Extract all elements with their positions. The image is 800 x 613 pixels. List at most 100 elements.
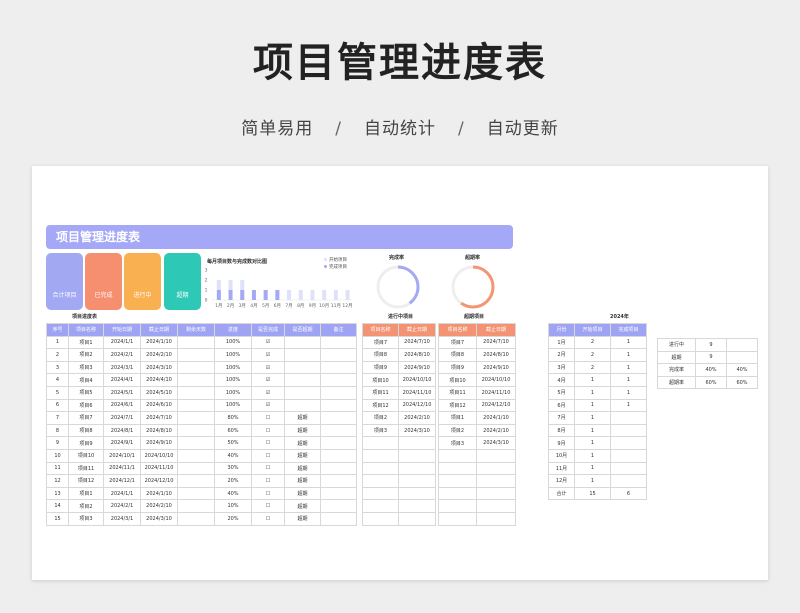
- table-cell: 3月: [548, 360, 575, 375]
- table-cell: [177, 474, 215, 488]
- table-cell: [726, 338, 758, 352]
- table-row: 项目2 2024/2/10: [362, 411, 436, 425]
- table-cell: 40%: [695, 363, 727, 377]
- table-cell: 项目1: [68, 335, 104, 350]
- table-cell: [284, 373, 321, 387]
- bar-done: [251, 290, 256, 300]
- table-cell: ☐: [251, 499, 285, 513]
- x-tick-label: 8月: [297, 303, 304, 309]
- subtitle-item: 自动更新: [486, 119, 559, 139]
- table-cell: [362, 486, 399, 501]
- table-cell: 项目9: [438, 360, 477, 375]
- table-cell: 1: [574, 474, 611, 488]
- table-row: 2 项目2 2024/2/1 2024/2/10 100% ☑: [46, 348, 357, 362]
- table-cell: 2024/8/10: [476, 348, 516, 362]
- bar-start: [298, 290, 303, 300]
- table-row: 项目12 2024/12/10: [438, 398, 516, 413]
- column-header: 开始项目: [574, 323, 611, 337]
- table-row: 12月 1: [548, 474, 647, 488]
- progress-table-caption: 进行中项目: [388, 314, 414, 320]
- table-header-row: 项目名称 截止日期: [362, 323, 436, 337]
- column-header: 备注: [320, 323, 357, 337]
- table-cell: 2024/3/10: [476, 436, 516, 450]
- table-cell: 2024/1/1: [103, 486, 141, 501]
- table-cell: [610, 474, 647, 488]
- table-cell: 项目12: [68, 474, 104, 488]
- table-row: 项目8 2024/8/10: [362, 348, 436, 362]
- table-cell: 项目11: [68, 461, 104, 476]
- table-cell: [610, 448, 647, 463]
- table-row: 超期率 60% 60%: [657, 375, 758, 390]
- table-cell: 项目2: [362, 411, 399, 425]
- table-cell: 2024/5/1: [103, 385, 141, 400]
- table-row: [362, 436, 436, 450]
- table-cell: 2024/9/10: [140, 436, 178, 450]
- table-row: 项目9 2024/9/10: [362, 360, 436, 375]
- table-cell: ☑: [251, 398, 285, 413]
- table-cell: 9: [695, 350, 727, 365]
- table-row: 11 项目11 2024/11/1 2024/11/10 30% ☐ 超期: [46, 461, 357, 476]
- table-cell: ☐: [251, 423, 285, 438]
- bar-chart: 3 2 1 0 1月 2月 3月 4月 5月 6月 7月 8月 9月 10月 11月 12月: [205, 268, 352, 309]
- table-row: [438, 511, 516, 526]
- table-row: [438, 461, 516, 476]
- table-cell: [177, 411, 215, 425]
- table-row: 8月 1: [548, 423, 647, 438]
- table-cell: [398, 486, 436, 501]
- table-cell: 1: [574, 436, 611, 450]
- table-row: 超期 9: [657, 350, 758, 365]
- x-tick-label: 11月: [331, 303, 341, 309]
- table-cell: 6月: [548, 398, 575, 413]
- bar-done: [263, 290, 268, 300]
- table-row: 项目10 2024/10/10: [362, 373, 436, 387]
- table-row: 项目3 2024/3/10: [438, 436, 516, 450]
- table-cell: [398, 511, 436, 526]
- table-cell: 2024/12/1: [103, 474, 141, 488]
- table-cell: [177, 511, 215, 526]
- table-cell: 1: [574, 398, 611, 413]
- table-header-row: 序号 项目名称 开始日期 截止日期 剩余天数 进度 是否完成 是否超期 备注: [46, 323, 357, 337]
- table-cell: [362, 461, 399, 476]
- table-cell: 项目7: [68, 411, 104, 425]
- table-row: [362, 474, 436, 488]
- table-cell: [320, 499, 357, 513]
- table-cell: [438, 474, 477, 488]
- table-cell: 2024/10/10: [476, 373, 516, 387]
- table-row: 14 项目2 2024/2/1 2024/2/10 10% ☐ 超期: [46, 499, 357, 513]
- table-cell: [320, 448, 357, 463]
- table-cell: 8: [46, 423, 69, 438]
- y-tick-label: 1: [205, 288, 208, 294]
- table-cell: 2024/8/10: [398, 348, 436, 362]
- table-cell: ☐: [251, 474, 285, 488]
- bar-start: [287, 290, 292, 300]
- table-row: 10 项目10 2024/10/1 2024/10/10 40% ☐ 超期: [46, 448, 357, 463]
- table-cell: 2024/1/10: [140, 335, 178, 350]
- x-tick-label: 6月: [274, 303, 281, 309]
- table-cell: 2024/2/1: [103, 499, 141, 513]
- table-cell: [476, 486, 516, 501]
- x-tick-label: 3月: [239, 303, 246, 309]
- table-cell: [177, 335, 215, 350]
- table-cell: 项目12: [362, 398, 399, 413]
- gauge-done: [376, 265, 420, 309]
- bar-done: [275, 290, 280, 300]
- table-cell: 14: [46, 499, 69, 513]
- table-cell: [177, 423, 215, 438]
- x-tick-label: 12月: [342, 303, 352, 309]
- table-cell: [438, 511, 477, 526]
- table-cell: 10%: [214, 499, 252, 513]
- table-cell: 13: [46, 486, 69, 501]
- table-row: 3月 2 1: [548, 360, 647, 375]
- bar-start: [310, 290, 315, 300]
- table-cell: 1月: [548, 335, 575, 350]
- table-cell: 2024/6/10: [140, 398, 178, 413]
- table-cell: 2024/2/10: [140, 348, 178, 362]
- table-cell: [320, 461, 357, 476]
- page-subtitle: 简单易用 / 自动统计 / 自动更新: [0, 114, 800, 139]
- table-cell: 项目8: [438, 348, 477, 362]
- table-cell: 4月: [548, 373, 575, 387]
- table-row: 进行中 9: [657, 338, 758, 352]
- table-cell: 2024/2/1: [103, 348, 141, 362]
- table-cell: [476, 448, 516, 463]
- table-cell: [177, 499, 215, 513]
